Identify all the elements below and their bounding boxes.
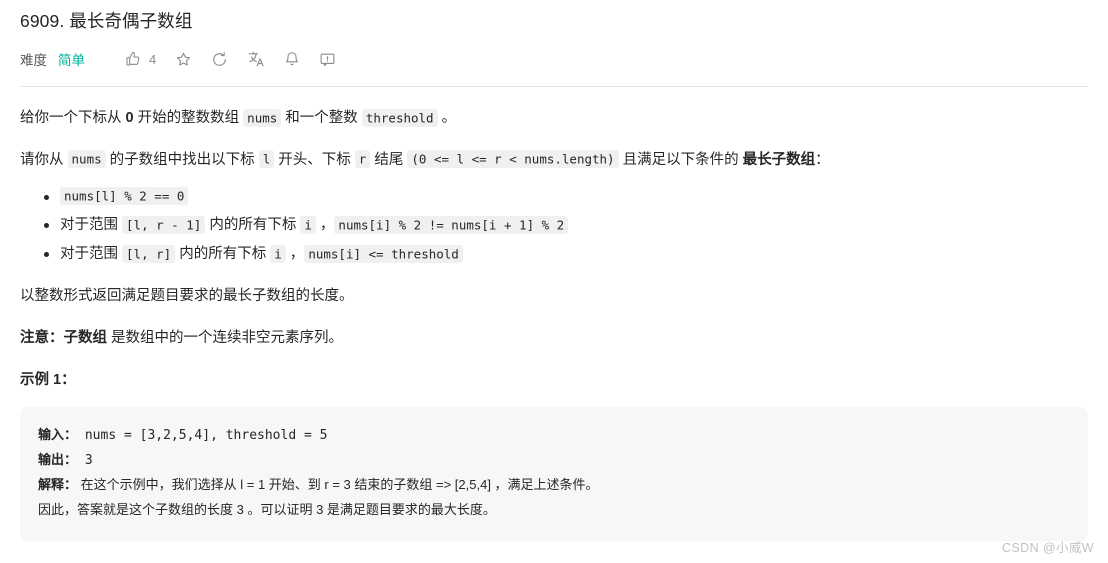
note-term: 子数组	[63, 329, 108, 346]
example-input-value: nums = [3,2,5,4], threshold = 5	[77, 427, 328, 443]
share-button[interactable]	[211, 51, 228, 68]
like-button[interactable]: 4	[125, 51, 156, 67]
condition-item: 对于范围 [l, r] 内的所有下标 i ， nums[i] <= thresho…	[44, 242, 1088, 267]
note-rest: 是数组中的一个连续非空元素序列。	[107, 329, 344, 346]
page-title: 6909. 最长奇偶子数组	[20, 11, 193, 31]
condition-code: i	[300, 215, 316, 234]
condition-code: [l, r - 1]	[122, 215, 206, 234]
example-explain-line-2: 因此，答案就是这个子数组的长度 3 。可以证明 3 是满足题目要求的最大长度。	[38, 501, 496, 517]
thumbs-up-icon	[125, 51, 141, 67]
description-paragraph-3: 以整数形式返回满足题目要求的最长子数组的长度。	[20, 287, 354, 304]
like-count: 4	[149, 51, 157, 67]
condition-text: 对于范围	[60, 217, 123, 234]
condition-item: nums[l] % 2 == 0	[44, 185, 1088, 210]
example-input-label: 输入：	[38, 426, 78, 442]
description-paragraph-1: 给你一个下标从 0 开始的整数数组 nums 和一个整数 threshold 。	[20, 107, 1088, 131]
condition-code: nums[i] <= threshold	[304, 244, 463, 263]
p2-code-range: (0 <= l <= r < nums.length)	[407, 150, 619, 169]
example-explain-line-1: 在这个示例中，我们选择从 l = 1 开始、到 r = 3 结束的子数组 => …	[77, 476, 599, 492]
bell-icon	[284, 51, 300, 67]
comment-icon	[319, 51, 336, 68]
action-icon-group: 4	[95, 50, 336, 68]
star-icon	[175, 51, 192, 68]
condition-text: ，	[315, 217, 335, 234]
example-code-block: 输入： nums = [3,2,5,4], threshold = 5 输出： …	[20, 406, 1088, 541]
p1-text-3: 和一个整数	[281, 110, 362, 126]
p2-text-5: 且满足以下条件的	[618, 151, 743, 168]
condition-code: [l, r]	[122, 244, 176, 263]
watermark: CSDN @小威W	[1002, 541, 1094, 555]
problem-meta-toolbar: 难度 简单 4	[0, 34, 1108, 74]
share-icon	[211, 51, 228, 68]
p1-bold-zero: 0	[125, 110, 134, 126]
description-paragraph-2: 请你从 nums 的子数组中找出以下标 l 开头、下标 r 结尾 (0 <= l…	[20, 149, 1088, 173]
problem-description: 给你一个下标从 0 开始的整数数组 nums 和一个整数 threshold 。…	[0, 107, 1108, 541]
example-output-label: 输出：	[38, 451, 78, 467]
p1-text-1: 给你一个下标从	[20, 110, 126, 126]
condition-code: nums[i] % 2 != nums[i + 1] % 2	[334, 215, 569, 234]
p2-code-r: r	[354, 150, 371, 169]
p2-text-3: 开头、下标	[274, 151, 355, 168]
p2-bold-longest: 最长子数组	[742, 151, 816, 168]
p2-text-1: 请你从	[20, 151, 68, 168]
conditions-list: nums[l] % 2 == 0 对于范围 [l, r - 1] 内的所有下标 i…	[20, 185, 1088, 267]
note-label: 注意：	[20, 329, 64, 346]
description-note: 注意：子数组 是数组中的一个连续非空元素序列。	[20, 327, 1088, 351]
difficulty-label: 难度	[20, 53, 47, 68]
p1-code-threshold: threshold	[361, 108, 438, 127]
condition-text: 内的所有下标	[205, 217, 301, 234]
comment-button[interactable]	[319, 51, 336, 68]
favorite-button[interactable]	[175, 51, 192, 68]
title-row: 6909. 最长奇偶子数组	[0, 0, 1108, 34]
example-heading: 示例 1：	[20, 371, 76, 388]
p2-code-nums: nums	[67, 150, 106, 169]
translate-icon	[247, 50, 265, 68]
p2-text-6: ：	[815, 151, 830, 168]
condition-text: 对于范围	[60, 246, 123, 263]
translate-button[interactable]	[247, 50, 265, 68]
p1-text-2: 开始的整数数组	[133, 110, 244, 126]
example-output-value: 3	[77, 452, 93, 468]
problem-page: 6909. 最长奇偶子数组 难度 简单 4 给你一个下标从 0 开始的整数数组 …	[0, 0, 1108, 563]
notification-button[interactable]	[284, 51, 300, 67]
header-divider	[20, 86, 1088, 87]
condition-text: ，	[285, 246, 305, 263]
condition-code: i	[270, 244, 286, 263]
condition-item: 对于范围 [l, r - 1] 内的所有下标 i ， nums[i] % 2 !=…	[44, 213, 1088, 238]
condition-text: 内的所有下标	[175, 246, 271, 263]
p2-text-4: 结尾	[370, 151, 408, 168]
example-explain-label: 解释：	[38, 476, 78, 492]
p1-code-nums: nums	[243, 108, 282, 127]
condition-code: nums[l] % 2 == 0	[60, 187, 189, 206]
p2-code-l: l	[258, 150, 275, 169]
p2-text-2: 的子数组中找出以下标	[105, 151, 259, 168]
p1-text-4: 。	[437, 110, 457, 126]
difficulty-badge: 简单	[58, 53, 85, 68]
